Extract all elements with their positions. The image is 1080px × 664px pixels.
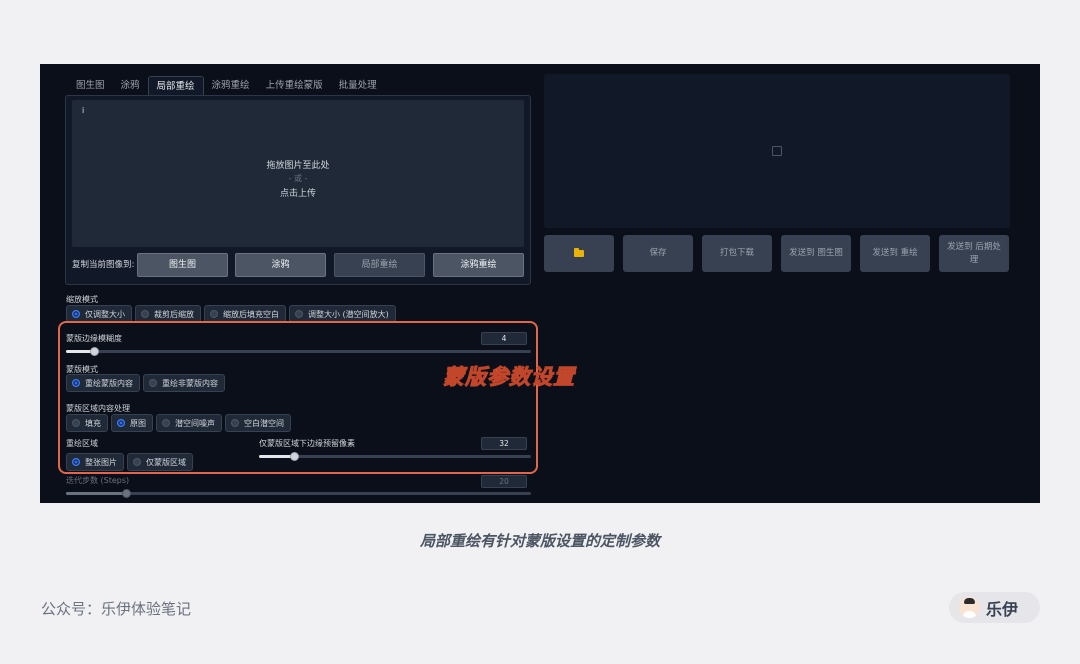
- radio-unchecked-icon: [295, 310, 303, 318]
- resize-mode-label: 缩放模式: [66, 295, 98, 304]
- send-to-extras-button[interactable]: 发送到 后期处理: [939, 235, 1009, 272]
- copy-label: 复制当前图像到:: [72, 260, 135, 270]
- author-name: 乐伊: [986, 599, 1019, 619]
- copy-image-row: 复制当前图像到: 图生图 涂鸦 局部重绘 涂鸦重绘: [72, 253, 526, 279]
- zip-download-button[interactable]: 打包下载: [702, 235, 772, 272]
- radio-unchecked-icon: [210, 310, 218, 318]
- send-to-inpaint-button[interactable]: 发送到 重绘: [860, 235, 930, 272]
- author-badge: 乐伊: [949, 592, 1040, 623]
- drop-hint: 拖放图片至此处: [266, 161, 330, 171]
- info-icon: i: [82, 106, 85, 115]
- slider-fill: [66, 492, 127, 495]
- slider-handle[interactable]: [122, 489, 132, 498]
- send-to-img2img-button[interactable]: 发送到 图生图: [781, 235, 851, 272]
- steps-label: 迭代步数 (Steps): [66, 476, 130, 485]
- steps-input[interactable]: 20: [481, 475, 527, 488]
- copy-to-sketch-button[interactable]: 涂鸦: [235, 253, 326, 277]
- copy-to-img2img-button[interactable]: 图生图: [137, 253, 228, 277]
- folder-icon: [574, 248, 584, 257]
- image-dropzone[interactable]: i 拖放图片至此处 - 或 - 点击上传: [72, 100, 524, 247]
- output-panel: 保存 打包下载 发送到 图生图 发送到 重绘 发送到 后期处理: [544, 74, 1014, 503]
- radio-checked-icon: [72, 310, 80, 318]
- drop-or: - 或 -: [288, 174, 308, 183]
- image-placeholder-icon: [772, 146, 782, 156]
- image-panel: i 拖放图片至此处 - 或 - 点击上传 复制当前图像到: 图生图 涂鸦 局部重…: [65, 95, 531, 285]
- steps-slider[interactable]: [66, 489, 531, 498]
- figure-caption: 局部重绘有针对蒙版设置的定制参数: [419, 532, 660, 550]
- account-name: 公众号：乐伊体验笔记: [41, 600, 192, 618]
- copy-to-inpaint-sketch-button[interactable]: 涂鸦重绘: [433, 253, 524, 277]
- mask-settings-highlight: [58, 321, 538, 474]
- tab-batch[interactable]: 批量处理: [331, 76, 385, 96]
- tab-inpaint-sketch[interactable]: 涂鸦重绘: [204, 76, 258, 96]
- tab-inpaint-upload[interactable]: 上传重绘蒙版: [258, 76, 331, 96]
- save-button[interactable]: 保存: [623, 235, 693, 272]
- avatar: [959, 597, 980, 618]
- tab-sketch[interactable]: 涂鸦: [113, 76, 148, 96]
- output-gallery: [544, 74, 1010, 228]
- upload-hint: 点击上传: [279, 189, 316, 199]
- open-folder-button[interactable]: [544, 235, 614, 272]
- radio-unchecked-icon: [141, 310, 149, 318]
- tab-img2img[interactable]: 图生图: [68, 76, 113, 96]
- mode-tabs: 图生图 涂鸦 局部重绘 涂鸦重绘 上传重绘蒙版 批量处理: [68, 76, 385, 96]
- webui-screenshot: 图生图 涂鸦 局部重绘 涂鸦重绘 上传重绘蒙版 批量处理 i 拖放图片至此处 -…: [40, 64, 1040, 503]
- copy-to-inpaint-button[interactable]: 局部重绘: [334, 253, 425, 277]
- tab-inpaint[interactable]: 局部重绘: [147, 76, 204, 96]
